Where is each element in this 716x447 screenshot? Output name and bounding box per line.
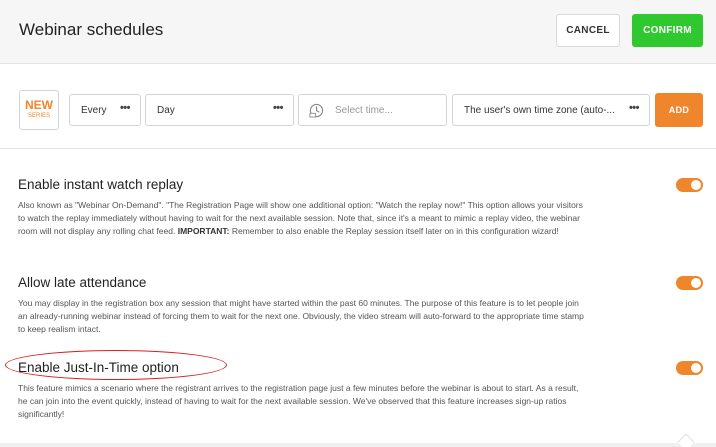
just-in-time-toggle[interactable] — [676, 361, 703, 375]
day-value: Day — [157, 105, 175, 116]
page-title: Webinar schedules — [19, 20, 164, 39]
option-instant-replay: Enable instant watch replay Also known a… — [18, 177, 703, 236]
option-late-attendance: Allow late attendance You may display in… — [18, 275, 703, 334]
more-dots-icon: ••• — [119, 102, 131, 114]
timezone-value: The user's own time zone (auto-... — [464, 105, 615, 116]
day-select[interactable]: Day ••• — [145, 94, 294, 126]
option-description: Also known as "Webinar On-Demand". "The … — [18, 199, 590, 238]
bottom-divider — [0, 443, 716, 447]
frequency-select[interactable]: Every ••• — [69, 94, 141, 126]
schedule-row: NEW SERIES Every ••• Day ••• Select time… — [0, 77, 716, 149]
instant-replay-toggle[interactable] — [676, 178, 703, 192]
option-description: This feature mimics a scenario where the… — [18, 383, 579, 419]
option-title: Allow late attendance — [18, 275, 147, 290]
more-dots-icon: ••• — [272, 102, 284, 114]
time-placeholder: Select time... — [335, 105, 393, 116]
clock-icon — [309, 103, 324, 118]
option-description-text: Remember to also enable the Replay sessi… — [229, 226, 559, 236]
highlight-ellipse — [5, 350, 227, 380]
add-button[interactable]: ADD — [655, 93, 703, 127]
important-label: IMPORTANT: — [177, 226, 230, 236]
time-select[interactable]: Select time... — [298, 94, 447, 126]
header-bar: Webinar schedules CANCEL CONFIRM — [0, 0, 716, 64]
cancel-button[interactable]: CANCEL — [556, 14, 620, 47]
new-series-badge-bottom: SERIES — [27, 113, 50, 119]
frequency-value: Every — [81, 105, 107, 116]
late-attendance-toggle[interactable] — [676, 276, 703, 290]
more-dots-icon: ••• — [628, 102, 640, 114]
option-description: You may display in the registration box … — [18, 298, 584, 334]
confirm-button[interactable]: CONFIRM — [632, 14, 703, 47]
timezone-select[interactable]: The user's own time zone (auto-... ••• — [452, 94, 650, 126]
new-series-badge: NEW SERIES — [19, 90, 59, 130]
option-title: Enable instant watch replay — [18, 177, 184, 192]
new-series-badge-top: NEW — [25, 98, 53, 112]
